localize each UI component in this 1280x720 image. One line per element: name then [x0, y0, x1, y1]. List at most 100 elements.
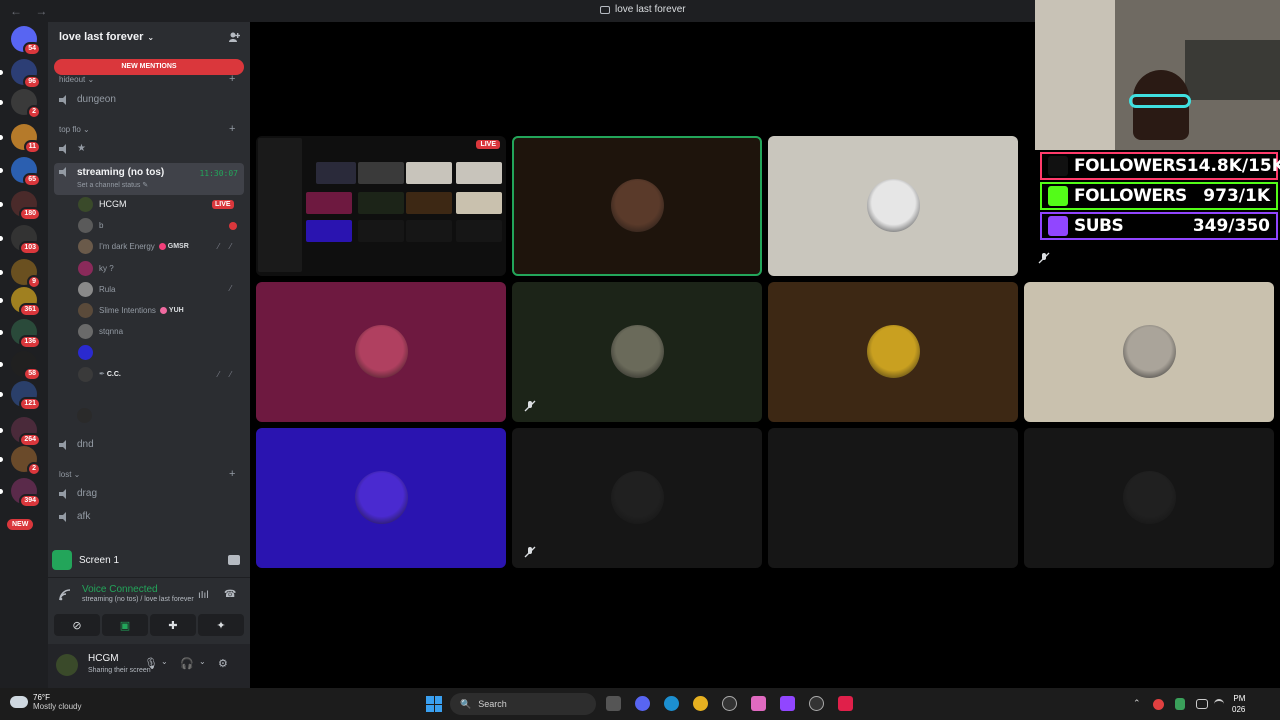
server-icon[interactable]: 103: [0, 225, 41, 255]
add-member-icon[interactable]: [228, 31, 240, 43]
participant-tile[interactable]: [256, 428, 506, 568]
figma-icon[interactable]: [751, 696, 766, 711]
channel-dungeon[interactable]: dungeon: [59, 94, 116, 105]
stop-share-icon[interactable]: [228, 555, 240, 565]
gear-icon[interactable]: ⚙: [218, 657, 228, 670]
taskbar-clock[interactable]: PM 026: [1232, 693, 1245, 715]
headset-icon[interactable]: 🎧: [180, 657, 194, 670]
weather-widget[interactable]: 76°F Mostly cloudy: [10, 693, 81, 711]
tray-display-icon[interactable]: [1196, 699, 1208, 709]
voice-user[interactable]: ✒ C.C.: [78, 366, 121, 382]
add-channel-icon[interactable]: +: [229, 123, 235, 135]
unread-pip: [0, 362, 3, 367]
wifi-icon[interactable]: [1214, 699, 1224, 709]
voice-user[interactable]: [78, 344, 99, 360]
server-icon[interactable]: 2: [0, 446, 41, 476]
server-icon[interactable]: 264: [0, 417, 41, 447]
obs-icon[interactable]: [809, 696, 824, 711]
voice-user[interactable]: stqnna: [78, 323, 123, 339]
channel-status[interactable]: Set a channel status ✎: [77, 181, 148, 189]
server-icon[interactable]: 121: [0, 381, 41, 411]
voice-user[interactable]: HCGM: [78, 196, 127, 212]
participant-tile[interactable]: [1024, 428, 1274, 568]
camera-off-button[interactable]: ⊘: [54, 614, 100, 636]
taskbar-search[interactable]: 🔍 Search: [450, 693, 596, 715]
microphone-icon[interactable]: 🎙: [144, 657, 158, 670]
channel-sidebar: love last forever ⌄ NEW MENTIONS hideout…: [48, 22, 250, 688]
user-tag-label: YUH: [168, 306, 184, 314]
voice-user[interactable]: Rula: [78, 281, 115, 297]
server-icon[interactable]: 180: [0, 191, 41, 221]
call-timer: 11:30:07: [199, 169, 238, 178]
channel-dnd[interactable]: dnd: [59, 439, 94, 450]
user-name[interactable]: HCGM: [88, 653, 119, 664]
add-channel-icon[interactable]: +: [229, 73, 235, 85]
live-badge: LIVE: [212, 200, 234, 209]
screen-share-tile[interactable]: LIVE: [256, 136, 506, 276]
category-label: hideout ⌄: [59, 75, 95, 84]
server-icon[interactable]: 96: [0, 59, 41, 89]
server-icon[interactable]: 65: [0, 157, 41, 187]
participant-tile[interactable]: [256, 282, 506, 422]
activities-button[interactable]: ✚: [150, 614, 196, 636]
avatar: [78, 302, 93, 318]
soundboard-button[interactable]: ✦: [198, 614, 244, 636]
server-icon[interactable]: 136: [0, 319, 41, 349]
chrome-icon[interactable]: [693, 696, 708, 711]
media-player-icon[interactable]: [722, 696, 737, 711]
channel-afk[interactable]: afk: [59, 511, 90, 522]
participant-tile[interactable]: [512, 136, 762, 276]
avatar[interactable]: [56, 654, 78, 676]
channel-star[interactable]: ★: [59, 143, 86, 154]
twitch-icon[interactable]: [780, 696, 795, 711]
tiktok-icon[interactable]: [838, 696, 853, 711]
category-hideout[interactable]: hideout ⌄ +: [59, 73, 235, 85]
voice-user[interactable]: [77, 407, 98, 423]
participant-tile[interactable]: [768, 428, 1018, 568]
server-icon[interactable]: 361: [0, 287, 41, 317]
server-icon[interactable]: 58: [0, 351, 41, 381]
screen-share-icon: [52, 550, 72, 570]
user-status: Sharing their screen: [88, 667, 151, 674]
screen-share-button[interactable]: ▣: [102, 614, 148, 636]
voice-user[interactable]: b: [78, 217, 103, 233]
channel-label: drag: [77, 488, 98, 499]
add-channel-icon[interactable]: +: [229, 468, 235, 480]
channel-streaming[interactable]: streaming (no tos) Set a channel status …: [54, 163, 244, 195]
participant-tile[interactable]: [1024, 282, 1274, 422]
channel-drag[interactable]: drag: [59, 488, 97, 499]
participant-tile[interactable]: [512, 428, 762, 568]
chevron-down-icon[interactable]: ⌄: [161, 657, 168, 666]
discord-app-icon[interactable]: [635, 696, 650, 711]
tray-app-icon[interactable]: [1153, 699, 1164, 710]
disconnect-icon[interactable]: ☎: [224, 589, 236, 600]
voice-user[interactable]: ky ?: [78, 260, 114, 276]
tray-mic-icon[interactable]: [1175, 698, 1185, 710]
noise-suppression-icon[interactable]: ıIıl: [198, 590, 209, 601]
server-icon[interactable]: 394: [0, 478, 41, 508]
server-icon[interactable]: 54: [11, 26, 41, 56]
new-unreads-pill[interactable]: NEW: [7, 519, 34, 530]
task-view-icon[interactable]: [606, 696, 621, 711]
new-mentions-button[interactable]: NEW MENTIONS: [54, 59, 244, 75]
forward-button[interactable]: →: [35, 4, 47, 18]
voice-user[interactable]: I'm dark Energy GMSR: [78, 238, 189, 254]
participant-tile[interactable]: [768, 136, 1018, 276]
tray-overflow-icon[interactable]: ⌃: [1133, 698, 1141, 709]
chevron-down-icon[interactable]: ⌄: [199, 657, 206, 666]
server-icon[interactable]: 2: [0, 89, 41, 119]
voice-user[interactable]: Slime Intentions YUH: [78, 302, 184, 318]
server-icon[interactable]: 11: [0, 124, 41, 154]
voice-connected-label[interactable]: Voice Connected: [82, 584, 240, 595]
server-icon[interactable]: 9: [0, 259, 41, 289]
start-button[interactable]: [426, 696, 442, 712]
participant-tile[interactable]: [512, 282, 762, 422]
edge-icon[interactable]: [664, 696, 679, 711]
category-lost[interactable]: lost ⌄ +: [59, 468, 235, 480]
category-top-flo[interactable]: top flo ⌄ +: [59, 123, 235, 135]
guild-header[interactable]: love last forever ⌄: [48, 22, 250, 52]
search-label: Search: [478, 699, 507, 709]
participant-tile[interactable]: [768, 282, 1018, 422]
back-button[interactable]: ←: [10, 4, 22, 18]
signal-icon[interactable]: [58, 588, 72, 602]
